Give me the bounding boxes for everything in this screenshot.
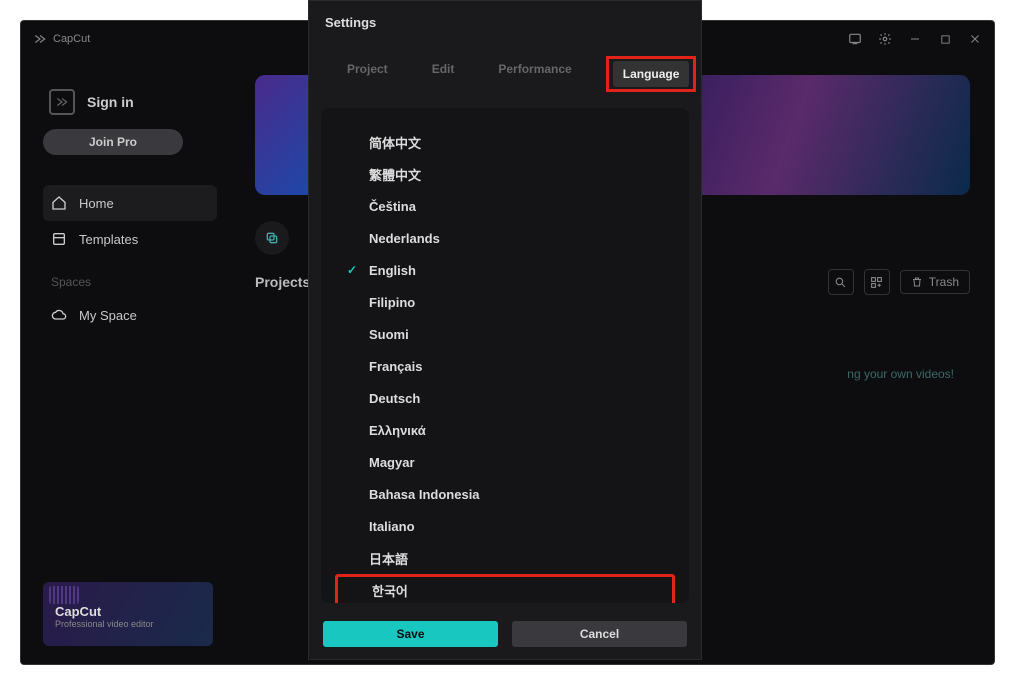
promo-graphic [49, 586, 79, 604]
close-icon[interactable] [968, 32, 982, 46]
language-label: Nederlands [369, 231, 440, 246]
tab-performance[interactable]: Performance [488, 56, 581, 92]
templates-icon [51, 231, 67, 247]
language-option[interactable]: Bahasa Indonesia [335, 478, 675, 510]
trash-label: Trash [929, 275, 959, 289]
sidebar-item-home[interactable]: Home [43, 185, 217, 221]
modal-title: Settings [309, 1, 701, 38]
language-label: 한국어 [372, 581, 408, 600]
sidebar-item-label: Home [79, 196, 114, 211]
language-option[interactable]: 日本語 [335, 542, 675, 574]
language-label: 日本語 [369, 549, 408, 568]
trash-button[interactable]: Trash [900, 270, 970, 294]
home-icon [51, 195, 67, 211]
maximize-icon[interactable] [938, 32, 952, 46]
sidebar-item-templates[interactable]: Templates [43, 221, 217, 257]
language-option[interactable]: 繁體中文 [335, 158, 675, 190]
spaces-heading: Spaces [51, 275, 209, 289]
language-option[interactable]: Magyar [335, 446, 675, 478]
sort-button[interactable] [864, 269, 890, 295]
sidebar-item-label: Templates [79, 232, 138, 247]
cancel-button[interactable]: Cancel [512, 621, 687, 647]
language-option[interactable]: Italiano [335, 510, 675, 542]
search-button[interactable] [828, 269, 854, 295]
language-option[interactable]: Ελληνικά [335, 414, 675, 446]
language-label: Filipino [369, 295, 415, 310]
tab-edit[interactable]: Edit [422, 56, 465, 92]
save-button[interactable]: Save [323, 621, 498, 647]
language-option[interactable]: Français [335, 350, 675, 382]
highlight-language-tab: Language [606, 56, 697, 92]
app-name: CapCut [53, 33, 90, 45]
language-label: Čeština [369, 199, 416, 214]
language-label: 繁體中文 [369, 165, 421, 184]
language-label: Bahasa Indonesia [369, 487, 480, 502]
language-label: Magyar [369, 455, 415, 470]
language-option[interactable]: Čeština [335, 190, 675, 222]
signin-button[interactable]: Sign in [49, 89, 211, 115]
promo-title: CapCut [55, 604, 201, 619]
sidebar-item-myspace[interactable]: My Space [43, 297, 217, 333]
projects-heading: Projects [255, 274, 310, 290]
signin-label: Sign in [87, 94, 134, 110]
tab-project[interactable]: Project [337, 56, 398, 92]
language-option[interactable]: Filipino [335, 286, 675, 318]
language-option[interactable]: ✓ English [335, 254, 675, 286]
settings-tabs: Project Edit Performance Language [309, 38, 701, 102]
minimize-icon[interactable] [908, 32, 922, 46]
language-label: Suomi [369, 327, 409, 342]
language-option[interactable]: Suomi [335, 318, 675, 350]
check-icon: ✓ [345, 263, 359, 277]
feedback-icon[interactable] [848, 32, 862, 46]
language-option[interactable]: 简体中文 [335, 126, 675, 158]
language-label: Français [369, 359, 422, 374]
language-option[interactable]: Nederlands [335, 222, 675, 254]
language-label: 简体中文 [369, 133, 421, 152]
recent-action-button[interactable] [255, 221, 289, 255]
tab-language[interactable]: Language [613, 61, 690, 87]
language-label: English [369, 263, 416, 278]
avatar-icon [49, 89, 75, 115]
language-list: 简体中文繁體中文 Čeština Nederlands ✓ English Filipin… [321, 108, 689, 603]
language-option[interactable]: Deutsch [335, 382, 675, 414]
sidebar-item-label: My Space [79, 308, 137, 323]
settings-modal: Settings Project Edit Performance Langua… [308, 0, 702, 660]
language-option[interactable]: 한국어 [335, 574, 675, 603]
language-label: Deutsch [369, 391, 420, 406]
gear-icon[interactable] [878, 32, 892, 46]
promo-card[interactable]: CapCut Professional video editor [43, 582, 213, 646]
logo-icon [33, 32, 47, 46]
cloud-icon [51, 307, 67, 323]
empty-hint: ng your own videos! [847, 367, 954, 381]
join-pro-button[interactable]: Join Pro [43, 129, 183, 155]
sidebar: Sign in Join Pro Home Templates Spaces M… [21, 57, 231, 664]
language-label: Ελληνικά [369, 423, 426, 438]
language-label: Italiano [369, 519, 415, 534]
promo-subtitle: Professional video editor [55, 619, 201, 629]
